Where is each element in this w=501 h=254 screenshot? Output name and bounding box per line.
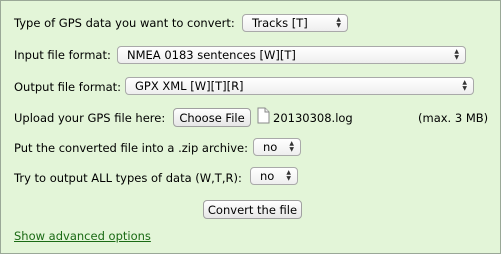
all-types-value: no (260, 169, 275, 183)
select-arrows-icon: ▲ ▼ (462, 79, 467, 92)
select-arrows-icon: ▲ ▼ (454, 48, 459, 61)
zip-select[interactable]: no ▲ ▼ (253, 138, 301, 156)
zip-value: no (263, 140, 278, 154)
gps-type-select[interactable]: Tracks [T] ▲ ▼ (242, 14, 348, 32)
input-format-label: Input file format: (14, 48, 111, 62)
document-icon (257, 107, 270, 127)
select-arrows-icon: ▲ ▼ (289, 140, 294, 153)
select-arrows-icon: ▲ ▼ (336, 16, 341, 29)
select-arrows-icon: ▲ ▼ (286, 169, 291, 182)
all-types-label: Try to output ALL types of data (W,T,R): (14, 171, 242, 185)
input-format-value: NMEA 0183 sentences [W][T] (127, 48, 296, 62)
max-size-note: (max. 3 MB) (418, 111, 489, 125)
convert-button[interactable]: Convert the file (203, 200, 302, 219)
output-format-value: GPX XML [W][T][R] (135, 79, 244, 93)
show-advanced-options-link[interactable]: Show advanced options (14, 229, 151, 243)
gps-type-value: Tracks [T] (252, 16, 308, 30)
zip-label: Put the converted file into a .zip archi… (14, 141, 248, 155)
output-format-select[interactable]: GPX XML [W][T][R] ▲ ▼ (125, 77, 474, 95)
choose-file-button[interactable]: Choose File (173, 108, 251, 127)
all-types-select[interactable]: no ▲ ▼ (250, 167, 298, 185)
converter-panel: Type of GPS data you want to convert: Tr… (0, 0, 501, 254)
selected-file-name: 20130308.log (273, 111, 353, 125)
gps-type-label: Type of GPS data you want to convert: (14, 16, 235, 30)
output-format-label: Output file format: (14, 80, 122, 94)
input-format-select[interactable]: NMEA 0183 sentences [W][T] ▲ ▼ (117, 46, 466, 64)
upload-label: Upload your GPS file here: (14, 111, 166, 125)
